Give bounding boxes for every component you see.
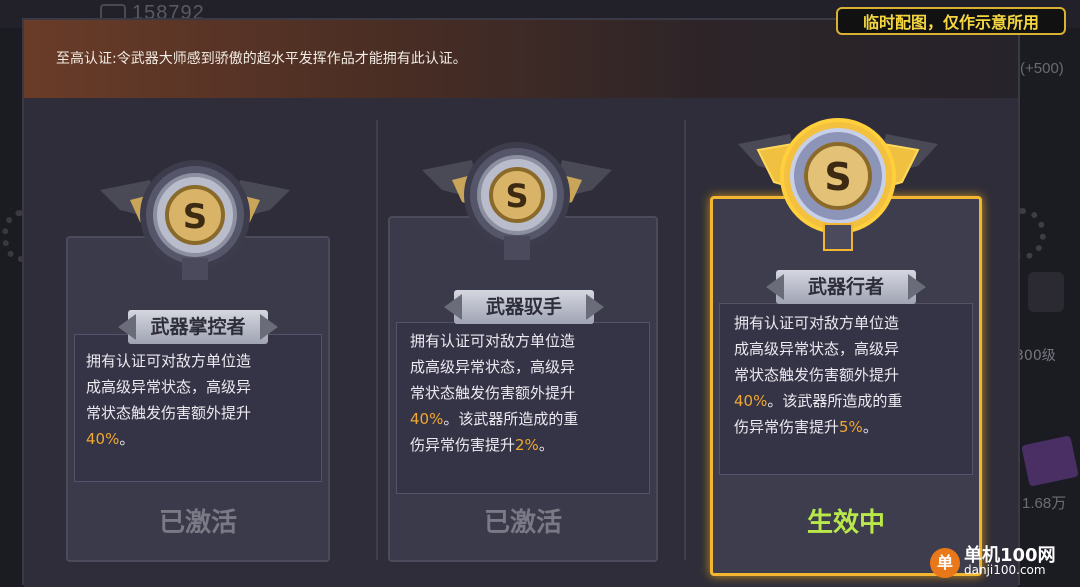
desc-line: 成高级异常状态，高级异: [410, 358, 576, 376]
cert-title-1: 武器掌控者: [128, 310, 268, 344]
notice-banner: 临时配图，仅作示意所用: [836, 7, 1066, 35]
desc-mid: 。该武器所造成的重: [767, 392, 903, 410]
bonus-value-2: 2%: [515, 436, 539, 454]
status-label-1: 已激活: [158, 508, 237, 538]
status-label-2: 已激活: [483, 508, 562, 538]
desc-line: 成高级异常状态，高级异: [86, 378, 252, 396]
bonus-value-2: 5%: [839, 418, 863, 436]
background-bonus-text: (+500): [1020, 60, 1064, 77]
desc-line: 伤异常伤害提升2%。: [410, 432, 650, 458]
desc-line: 拥有认证可对敌方单位造: [86, 352, 252, 370]
desc-line: 常状态触发伤害额外提升: [86, 404, 252, 422]
badge-letter: S: [183, 197, 208, 237]
watermark-logo: 单: [930, 548, 960, 578]
watermark-url: danji100.com: [964, 563, 1046, 577]
cert-desc-1: 拥有认证可对敌方单位造 成高级异常状态，高级异 常状态触发伤害额外提升 40%。: [86, 348, 326, 452]
badge-letter: S: [505, 177, 528, 215]
cert-title-2: 武器驭手: [454, 290, 594, 324]
bonus-value: 40%: [410, 410, 444, 428]
desc-line: 常状态触发伤害额外提升: [410, 384, 576, 402]
background-price-text: 1.68万: [1022, 495, 1067, 512]
desc-line: 拥有认证可对敌方单位造: [410, 332, 576, 350]
watermark: 单 单机100网 danji100.com: [930, 545, 1056, 578]
desc-line: 40%。该武器所造成的重: [410, 406, 650, 432]
column-divider: [684, 120, 686, 560]
header-description: 至高认证:令武器大师感到骄傲的超水平发挥作品才能拥有此认证。: [56, 51, 467, 67]
bonus-value: 40%: [734, 392, 768, 410]
watermark-name: 单机100网: [964, 545, 1056, 566]
cert-desc-3: 拥有认证可对敌方单位造 成高级异常状态，高级异 常状态触发伤害额外提升 40%。…: [734, 310, 974, 440]
badge-letter: S: [824, 155, 851, 199]
desc-line: 拥有认证可对敌方单位造: [734, 314, 900, 332]
desc-tail: 。: [862, 418, 878, 436]
watermark-text: 单机100网 danji100.com: [964, 545, 1056, 578]
desc-line: 常状态触发伤害额外提升: [734, 366, 900, 384]
s-badge-icon: S: [100, 160, 290, 280]
desc-line: 40%。该武器所造成的重: [734, 388, 974, 414]
desc-line5: 伤异常伤害提升: [410, 436, 516, 454]
cert-desc-2: 拥有认证可对敌方单位造 成高级异常状态，高级异 常状态触发伤害额外提升 40%。…: [410, 328, 650, 458]
desc-line: 伤异常伤害提升5%。: [734, 414, 974, 440]
s-badge-icon-active: S: [738, 118, 938, 251]
desc-line: 成高级异常状态，高级异: [734, 340, 900, 358]
background-level-text: 300级: [1015, 348, 1056, 364]
desc-mid: 。该武器所造成的重: [443, 410, 579, 428]
lock-icon: [1028, 272, 1064, 312]
column-divider: [376, 120, 378, 560]
desc-line5: 伤异常伤害提升: [734, 418, 840, 436]
desc-line: 40%。: [86, 426, 326, 452]
bonus-value: 40%: [86, 430, 120, 448]
desc-tail: 。: [538, 436, 554, 454]
status-label-3: 生效中: [806, 508, 885, 538]
s-badge-icon: S: [422, 142, 612, 260]
desc-tail: 。: [119, 430, 135, 448]
item-thumbnail: [1021, 435, 1079, 487]
